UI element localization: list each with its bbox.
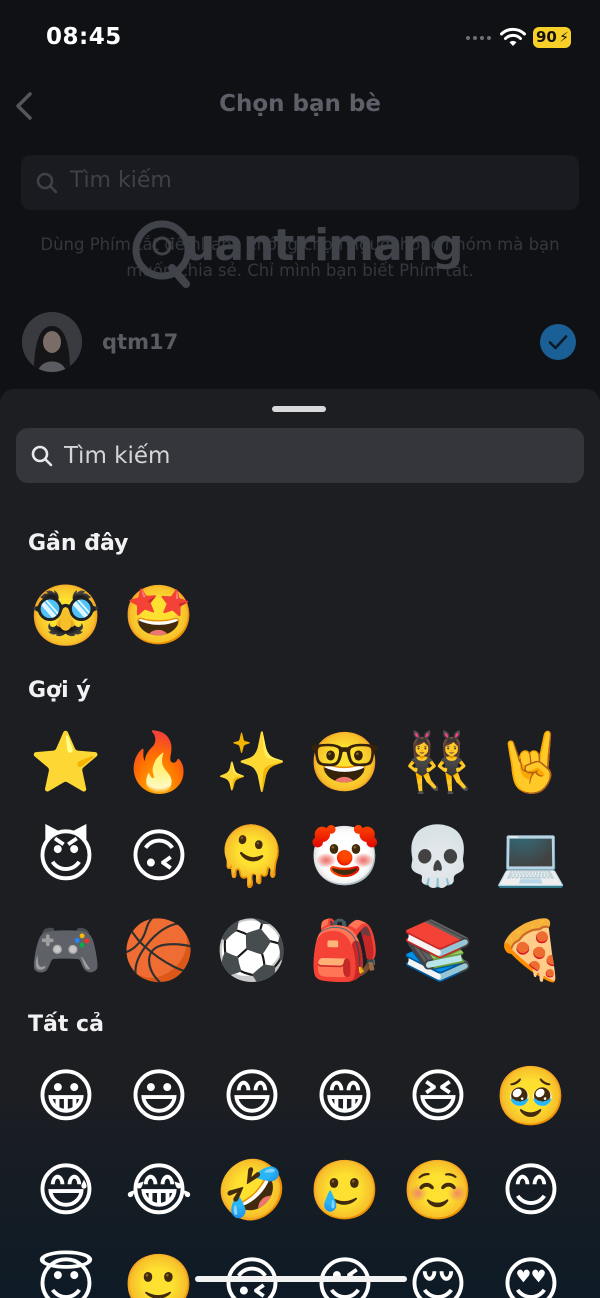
sheet-grabber[interactable] — [272, 406, 326, 412]
emoji-smiling-tear[interactable]: 🥲 — [305, 1150, 385, 1230]
emoji-soccer-ball[interactable]: ⚽ — [212, 910, 292, 990]
emoji-nerd-face[interactable]: 🤓 — [305, 722, 385, 802]
section-title-suggested: Gợi ý — [28, 678, 91, 703]
emoji-grinning-big-eyes[interactable]: 😃 — [119, 1056, 199, 1136]
emoji-grinning-smiling-eyes[interactable]: 😄 — [212, 1056, 292, 1136]
contact-row[interactable]: qtm17 — [0, 310, 600, 374]
section-title-recent: Gần đây — [28, 531, 129, 556]
emoji-books[interactable]: 📚 — [398, 910, 478, 990]
emoji-search-input[interactable] — [64, 428, 564, 483]
emoji-picker-sheet: Gần đây 🥸 🤩 Gợi ý ⭐ 🔥 ✨ 🤓 👯‍♀️ 🤘 😈 🙃 🫠 🤡… — [0, 389, 600, 1298]
emoji-upside-down[interactable]: 🙃 — [119, 816, 199, 896]
status-time: 08:45 — [46, 24, 122, 50]
emoji-upside-down-2[interactable]: 🙃 — [212, 1244, 292, 1298]
background-screen: 08:45 90 ⚡ Chọn bạn bè Tìm kiếm Dùng Phí… — [0, 0, 600, 400]
emoji-grinning[interactable]: 😀 — [26, 1056, 106, 1136]
cellular-signal-icon — [466, 36, 492, 42]
emoji-tears-of-joy[interactable]: 😂 — [119, 1150, 199, 1230]
emoji-pizza[interactable]: 🍕 — [491, 910, 571, 990]
page-title: Chọn bạn bè — [219, 91, 381, 117]
emoji-search-field[interactable] — [16, 428, 584, 483]
emoji-backpack[interactable]: 🎒 — [305, 910, 385, 990]
watermark-text: uantrimang — [184, 220, 464, 271]
emoji-horns[interactable]: 🤘 — [491, 722, 571, 802]
emoji-holding-back-tears[interactable]: 🥹 — [491, 1056, 571, 1136]
charging-bolt-icon: ⚡ — [559, 30, 569, 46]
emoji-blush[interactable]: 😊 — [491, 1150, 571, 1230]
emoji-disguised-face[interactable]: 🥸 — [26, 575, 106, 655]
emoji-rolling-laughing[interactable]: 🤣 — [212, 1150, 292, 1230]
search-icon — [36, 172, 58, 194]
status-bar: 08:45 90 ⚡ — [0, 0, 600, 76]
section-title-all: Tất cả — [28, 1012, 104, 1037]
emoji-slight-smile[interactable]: 🙂 — [119, 1244, 199, 1298]
friend-search-placeholder: Tìm kiếm — [70, 168, 172, 193]
battery-icon: 90 ⚡ — [533, 27, 571, 48]
emoji-beaming[interactable]: 😁 — [305, 1056, 385, 1136]
friend-search-field[interactable]: Tìm kiếm — [21, 155, 579, 210]
emoji-grinning-sweat[interactable]: 😅 — [26, 1150, 106, 1230]
emoji-smiling-face[interactable]: ☺️ — [398, 1150, 478, 1230]
emoji-wink[interactable]: 😉 — [305, 1244, 385, 1298]
avatar — [22, 312, 82, 372]
emoji-squinting[interactable]: 😆 — [398, 1056, 478, 1136]
emoji-clown[interactable]: 🤡 — [305, 816, 385, 896]
emoji-skull[interactable]: 💀 — [398, 816, 478, 896]
contact-name: qtm17 — [102, 330, 179, 354]
emoji-melting-face[interactable]: 🫠 — [212, 816, 292, 896]
watermark-logo: uantrimang — [128, 212, 478, 292]
emoji-fire[interactable]: 🔥 — [119, 722, 199, 802]
emoji-sparkles[interactable]: ✨ — [212, 722, 292, 802]
emoji-halo[interactable]: 😇 — [26, 1244, 106, 1298]
emoji-smiling-devil[interactable]: 😈 — [26, 816, 106, 896]
emoji-star-struck[interactable]: 🤩 — [119, 575, 199, 655]
emoji-game-controller[interactable]: 🎮 — [26, 910, 106, 990]
battery-level: 90 — [536, 28, 557, 46]
emoji-star[interactable]: ⭐ — [26, 722, 106, 802]
search-icon — [31, 445, 53, 467]
emoji-laptop[interactable]: 💻 — [491, 816, 571, 896]
selected-checkmark-icon[interactable] — [540, 324, 576, 360]
home-indicator[interactable] — [195, 1276, 407, 1282]
emoji-relieved[interactable]: 😌 — [398, 1244, 478, 1298]
emoji-heart-eyes[interactable]: 😍 — [491, 1244, 571, 1298]
wifi-icon — [500, 27, 526, 46]
emoji-dancers[interactable]: 👯‍♀️ — [398, 722, 478, 802]
emoji-basketball[interactable]: 🏀 — [119, 910, 199, 990]
